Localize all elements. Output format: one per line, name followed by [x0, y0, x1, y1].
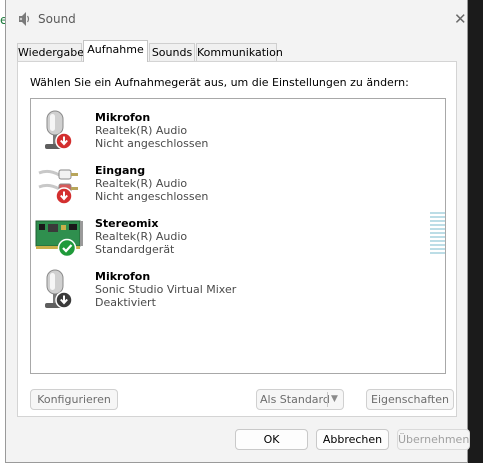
- microphone-icon: [45, 269, 73, 309]
- device-driver: Realtek(R) Audio: [95, 124, 188, 137]
- sound-dialog: Sound ✕ Wiedergabe Aufnahme Sounds Kommu…: [5, 0, 470, 463]
- set-default-split-button[interactable]: Als Standard ▼: [256, 389, 344, 410]
- device-item-eingang[interactable]: Eingang Realtek(R) Audio Nicht angeschlo…: [31, 158, 445, 208]
- device-driver: Realtek(R) Audio: [95, 230, 188, 243]
- device-driver: Sonic Studio Virtual Mixer: [95, 283, 237, 296]
- speaker-app-icon: [19, 12, 30, 26]
- title-bar[interactable]: Sound ✕: [6, 0, 467, 38]
- meter-bar: [430, 212, 445, 214]
- meter-bar: [430, 216, 445, 218]
- aufnahme-panel: Wählen Sie ein Aufnahmegerät aus, um die…: [17, 61, 457, 417]
- device-name: Mikrofon: [95, 270, 151, 283]
- apply-button[interactable]: Übernehmen: [397, 429, 470, 450]
- set-default-label: Als Standard: [260, 393, 330, 406]
- tab-sounds[interactable]: Sounds: [149, 43, 195, 61]
- device-item-stereomix[interactable]: Stereomix Realtek(R) Audio Standardgerät: [31, 211, 445, 261]
- meter-bar: [430, 236, 445, 238]
- meter-bar: [430, 224, 445, 226]
- device-name: Eingang: [95, 164, 146, 177]
- ok-button[interactable]: OK: [235, 429, 308, 450]
- instruction-text: Wählen Sie ein Aufnahmegerät aus, um die…: [30, 76, 409, 89]
- device-name: Stereomix: [95, 217, 159, 230]
- device-driver: Realtek(R) Audio: [95, 177, 188, 190]
- device-item-mikrofon-realtek[interactable]: Mikrofon Realtek(R) Audio Nicht angeschl…: [31, 105, 445, 155]
- rca-cable-icon: [38, 169, 78, 205]
- cancel-button[interactable]: Abbrechen: [316, 429, 389, 450]
- meter-bar: [430, 252, 445, 254]
- chevron-down-icon[interactable]: ▼: [331, 390, 338, 409]
- desktop-background: [466, 0, 483, 463]
- meter-bar: [430, 240, 445, 242]
- device-status: Nicht angeschlossen: [95, 137, 209, 150]
- device-status: Deaktiviert: [95, 296, 156, 309]
- tab-aufnahme[interactable]: Aufnahme: [83, 40, 148, 62]
- device-list[interactable]: Mikrofon Realtek(R) Audio Nicht angeschl…: [30, 98, 446, 374]
- meter-bar: [430, 244, 445, 246]
- device-status: Nicht angeschlossen: [95, 190, 209, 203]
- sound-card-icon: [35, 220, 83, 258]
- level-meter: [430, 212, 445, 254]
- device-status: Standardgerät: [95, 243, 175, 256]
- tab-wiedergabe[interactable]: Wiedergabe: [17, 43, 84, 61]
- split-divider: [327, 392, 328, 407]
- tab-kommunikation[interactable]: Kommunikation: [196, 43, 283, 61]
- microphone-icon: [45, 110, 73, 150]
- device-name: Mikrofon: [95, 111, 151, 124]
- window-title: Sound: [38, 12, 76, 26]
- configure-button[interactable]: Konfigurieren: [30, 389, 118, 410]
- meter-bar: [430, 228, 445, 230]
- device-item-mikrofon-sonic[interactable]: Mikrofon Sonic Studio Virtual Mixer Deak…: [31, 264, 445, 314]
- meter-bar: [430, 220, 445, 222]
- close-icon[interactable]: ✕: [454, 12, 467, 27]
- meter-bar: [430, 248, 445, 250]
- meter-bar: [430, 232, 445, 234]
- properties-button[interactable]: Eigenschaften: [366, 389, 454, 410]
